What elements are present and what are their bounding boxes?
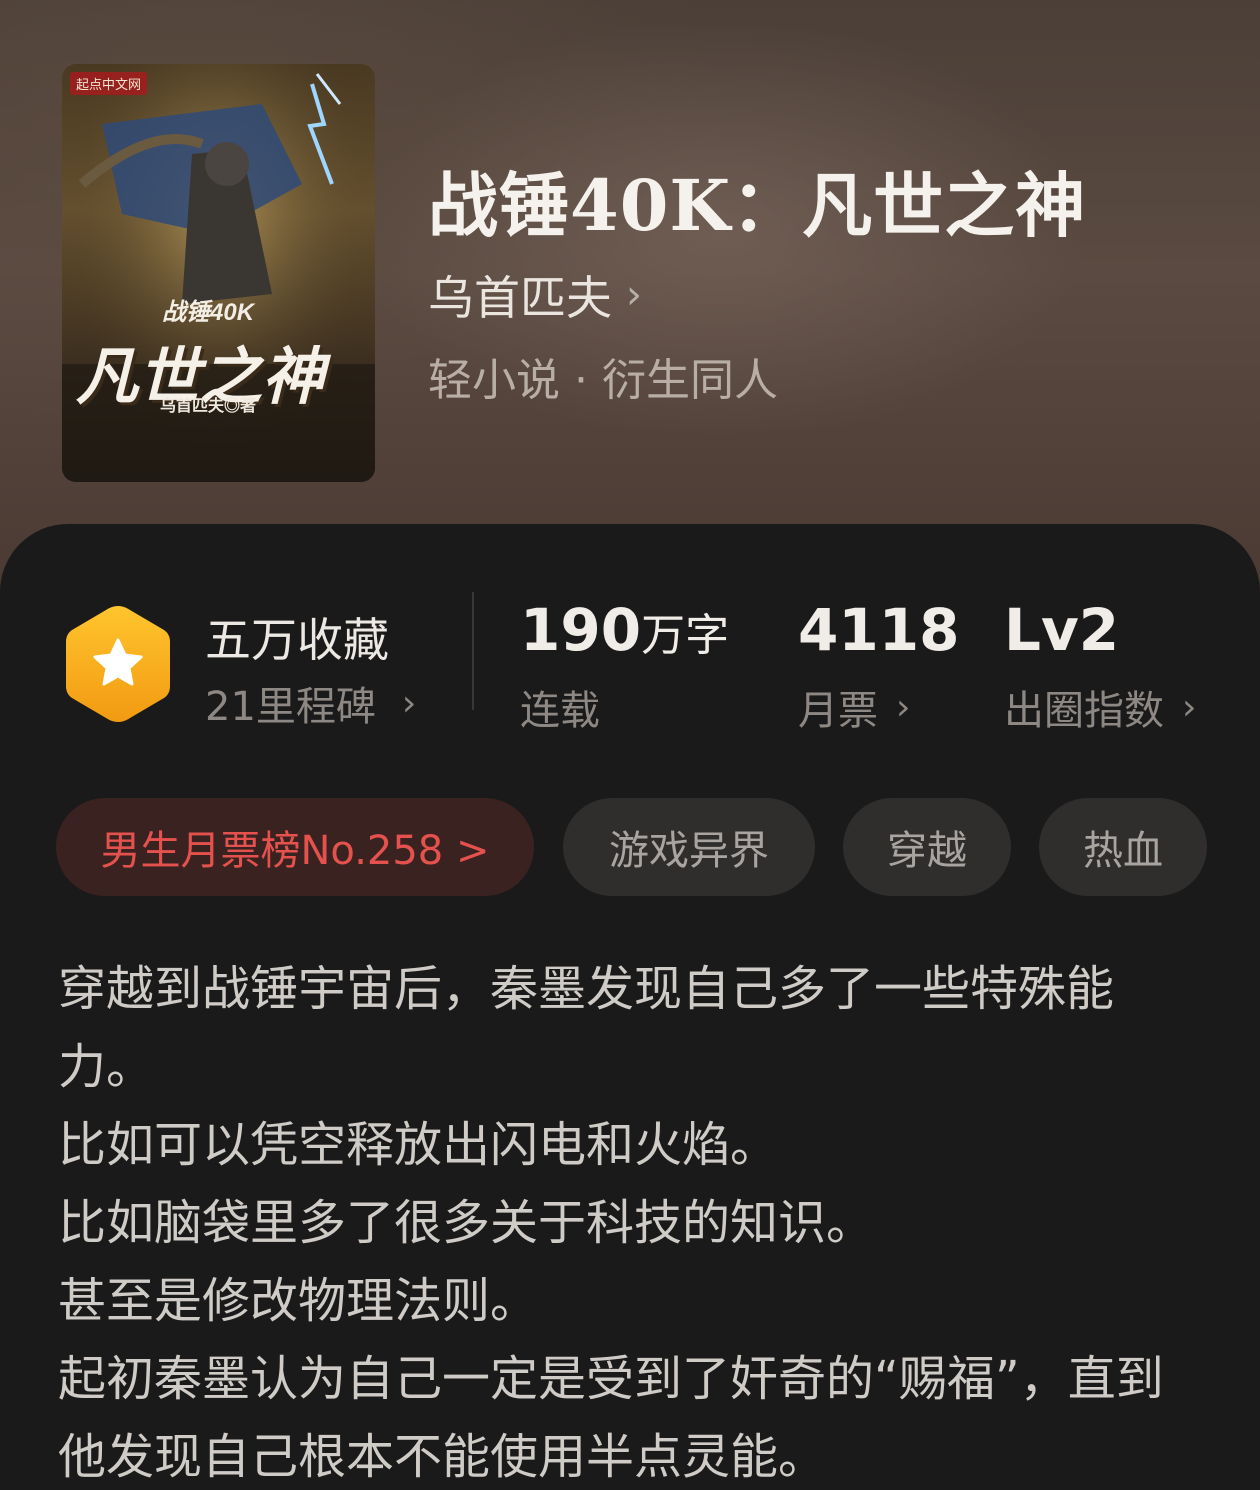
favorites-label[interactable]: 五万收藏	[205, 604, 389, 670]
author-name: 乌首匹夫	[428, 271, 612, 325]
book-genre: 轻小说 · 衍生同人	[428, 355, 778, 406]
book-cover[interactable]: 起点中文网 战锤40K 凡世之神 乌首匹夫◎著	[62, 64, 375, 482]
tag-game-otherworld[interactable]: 游戏异界	[563, 798, 815, 896]
stats-divider	[472, 592, 474, 710]
cover-artwork	[62, 64, 375, 482]
monthly-votes-label: 月票	[798, 688, 878, 734]
cover-title-small: 战锤40K	[162, 299, 255, 326]
serial-status: 连载	[520, 688, 600, 734]
description-line: 比如脑袋里多了很多关于科技的知识。	[58, 1195, 875, 1251]
word-count-unit: 万字	[641, 610, 730, 661]
tag-time-travel[interactable]: 穿越	[843, 798, 1011, 896]
influence-level: Lv2	[1004, 596, 1120, 664]
influence-label: 出圈指数	[1004, 688, 1164, 734]
description-line: 起初秦墨认为自己一定是受到了奸奇的“赐福”，直到他发现自己根本不能使用半点灵能。	[58, 1351, 1164, 1485]
cover-publisher-logo: 起点中文网	[70, 72, 148, 95]
cover-author-credit: 乌首匹夫◎著	[160, 398, 257, 415]
chevron-right-icon: ›	[896, 686, 911, 728]
word-count: 190万字	[520, 596, 729, 664]
author-link[interactable]: 乌首匹夫 ›	[428, 262, 642, 328]
book-title: 战锤40K：凡世之神	[428, 164, 1087, 247]
milestone-link[interactable]: 21里程碑 ›	[205, 674, 416, 732]
description-line: 甚至是修改物理法则。	[58, 1273, 539, 1329]
description-line: 比如可以凭空释放出闪电和火焰。	[58, 1117, 779, 1173]
monthly-ranking-tag[interactable]: 男生月票榜No.258 >	[56, 798, 534, 896]
chevron-right-icon: ›	[401, 682, 417, 724]
word-count-number: 190	[520, 596, 642, 664]
star-icon[interactable]	[62, 602, 174, 726]
monthly-votes-number: 4118	[798, 596, 960, 664]
chevron-right-icon: ›	[1182, 686, 1197, 728]
chevron-right-icon: ›	[626, 272, 642, 318]
milestone-label: 21里程碑	[205, 684, 376, 730]
influence-link[interactable]: 出圈指数 ›	[1004, 678, 1196, 736]
book-description[interactable]: 穿越到战锤宇宙后，秦墨发现自己多了一些特殊能力。 比如可以凭空释放出闪电和火焰。…	[58, 950, 1208, 1490]
monthly-votes-link[interactable]: 月票 ›	[798, 678, 910, 736]
tag-hot-blooded[interactable]: 热血	[1039, 798, 1207, 896]
description-line: 穿越到战锤宇宙后，秦墨发现自己多了一些特殊能力。	[58, 961, 1115, 1095]
